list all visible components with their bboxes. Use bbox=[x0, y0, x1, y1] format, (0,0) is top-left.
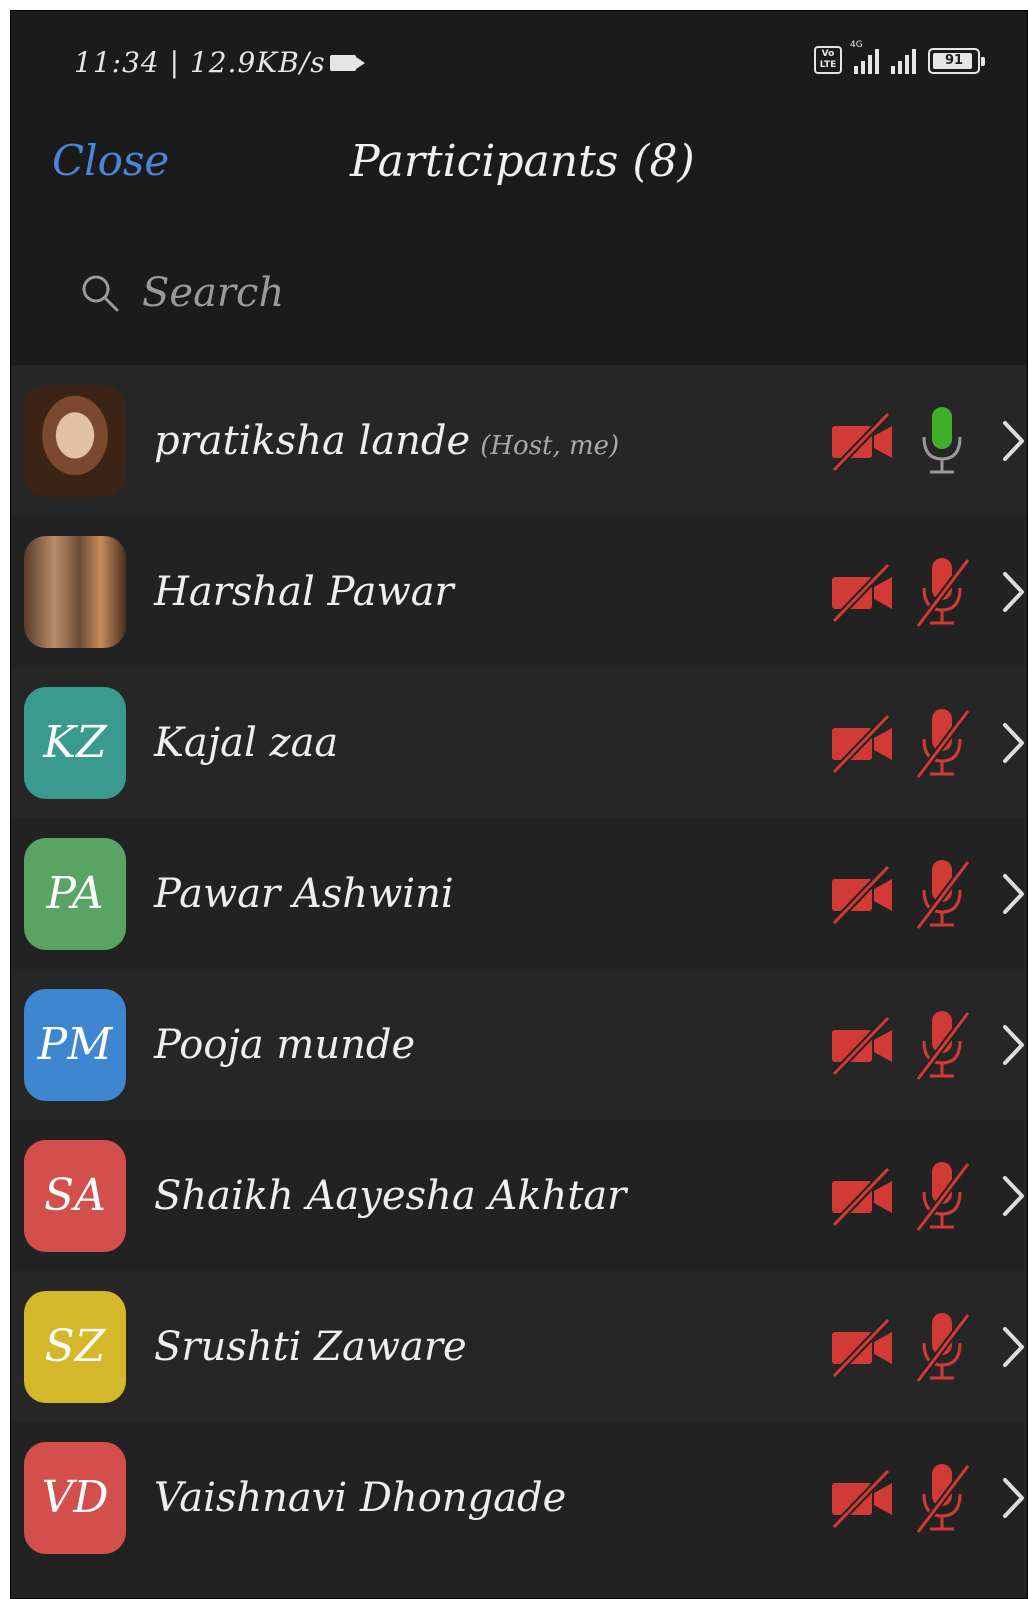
video-off-icon bbox=[830, 1012, 896, 1078]
participant-row[interactable]: VD Vaishnavi Dhongade bbox=[10, 1422, 1028, 1573]
participant-name-text: Harshal Pawar bbox=[154, 568, 454, 615]
close-button[interactable]: Close bbox=[52, 136, 169, 185]
participant-name: Shaikh Aayesha Akhtar bbox=[154, 1173, 626, 1219]
video-off-icon bbox=[830, 861, 896, 927]
mic-muted-icon bbox=[912, 1158, 972, 1234]
volte-icon: Vo LTE bbox=[814, 46, 842, 74]
participant-row[interactable]: PM Pooja munde bbox=[10, 969, 1028, 1120]
video-off-icon bbox=[830, 710, 896, 776]
participant-name: Pooja munde bbox=[154, 1022, 415, 1068]
video-off-icon bbox=[830, 1314, 896, 1380]
status-time-text: 11:34 | 12.9KB/s bbox=[74, 46, 326, 79]
search-box[interactable] bbox=[80, 270, 742, 316]
avatar-initials: PA bbox=[24, 837, 126, 950]
network-tag: 4G bbox=[850, 40, 863, 50]
participant-name-text: pratiksha lande bbox=[154, 417, 471, 464]
participant-row[interactable]: SA Shaikh Aayesha Akhtar bbox=[10, 1120, 1028, 1271]
mic-muted-icon bbox=[912, 705, 972, 781]
video-off-icon bbox=[830, 408, 896, 474]
participant-row[interactable]: Harshal Pawar bbox=[10, 516, 1028, 667]
participant-row[interactable]: pratiksha lande (Host, me) bbox=[10, 365, 1028, 516]
battery-level: 91 bbox=[944, 53, 964, 68]
video-off-icon bbox=[830, 559, 896, 625]
signal-4g-icon: 4G bbox=[850, 40, 879, 74]
search-bar bbox=[10, 230, 1028, 365]
participant-name: Kajal zaa bbox=[154, 720, 338, 766]
participant-row[interactable]: KZ Kajal zaa bbox=[10, 667, 1028, 818]
avatar-initials: VD bbox=[24, 1441, 126, 1554]
chevron-right-icon[interactable] bbox=[1000, 1023, 1026, 1067]
participant-name-text: Pawar Ashwini bbox=[154, 870, 454, 917]
participant-name: pratiksha lande (Host, me) bbox=[154, 418, 619, 464]
participant-name-text: Shaikh Aayesha Akhtar bbox=[154, 1172, 627, 1219]
participant-name: Srushti Zaware bbox=[154, 1324, 467, 1370]
mic-on-icon bbox=[912, 403, 972, 479]
mic-muted-icon bbox=[912, 856, 972, 932]
participant-list: pratiksha lande (Host, me) Harshal Pawar KZ… bbox=[10, 365, 1028, 1573]
app-window: 11:34 | 12.9KB/s Vo LTE 4G 91 Close Part… bbox=[10, 10, 1028, 1599]
avatar-initials: KZ bbox=[24, 686, 126, 799]
participant-name-text: Kajal zaa bbox=[154, 719, 339, 766]
chevron-right-icon[interactable] bbox=[1000, 1325, 1026, 1369]
page-title: Participants (8) bbox=[350, 136, 695, 187]
participant-name: Harshal Pawar bbox=[154, 569, 454, 615]
chevron-right-icon[interactable] bbox=[1000, 570, 1026, 614]
video-recording-icon bbox=[329, 54, 365, 71]
participant-role: (Host, me) bbox=[480, 430, 620, 461]
status-bar: 11:34 | 12.9KB/s Vo LTE 4G 91 bbox=[10, 10, 1028, 110]
mic-muted-icon bbox=[912, 554, 972, 630]
participant-name-text: Srushti Zaware bbox=[154, 1323, 467, 1370]
chevron-right-icon[interactable] bbox=[1000, 721, 1026, 765]
video-off-icon bbox=[830, 1163, 896, 1229]
mic-muted-icon bbox=[912, 1460, 972, 1536]
participant-name: Vaishnavi Dhongade bbox=[154, 1475, 566, 1521]
status-time-speed: 11:34 | 12.9KB/s bbox=[74, 46, 365, 79]
participant-name: Pawar Ashwini bbox=[154, 871, 454, 917]
search-input[interactable] bbox=[142, 270, 742, 316]
avatar-photo bbox=[24, 384, 126, 497]
avatar-initials: SA bbox=[24, 1139, 126, 1252]
participant-row[interactable]: PA Pawar Ashwini bbox=[10, 818, 1028, 969]
avatar-initials: PM bbox=[24, 988, 126, 1101]
participant-row[interactable]: SZ Srushti Zaware bbox=[10, 1271, 1028, 1422]
status-indicators: Vo LTE 4G 91 bbox=[814, 40, 985, 74]
avatar-initials: SZ bbox=[24, 1290, 126, 1403]
signal-icon bbox=[891, 48, 916, 74]
participant-name-text: Vaishnavi Dhongade bbox=[154, 1474, 567, 1521]
battery-icon: 91 bbox=[928, 48, 985, 74]
chevron-right-icon[interactable] bbox=[1000, 1174, 1026, 1218]
mic-muted-icon bbox=[912, 1007, 972, 1083]
search-icon bbox=[80, 273, 120, 313]
video-off-icon bbox=[830, 1465, 896, 1531]
participant-name-text: Pooja munde bbox=[154, 1021, 416, 1068]
chevron-right-icon[interactable] bbox=[1000, 872, 1026, 916]
header: Close Participants (8) bbox=[10, 110, 1028, 230]
chevron-right-icon[interactable] bbox=[1000, 419, 1026, 463]
mic-muted-icon bbox=[912, 1309, 972, 1385]
chevron-right-icon[interactable] bbox=[1000, 1476, 1026, 1520]
avatar-photo bbox=[24, 535, 126, 648]
